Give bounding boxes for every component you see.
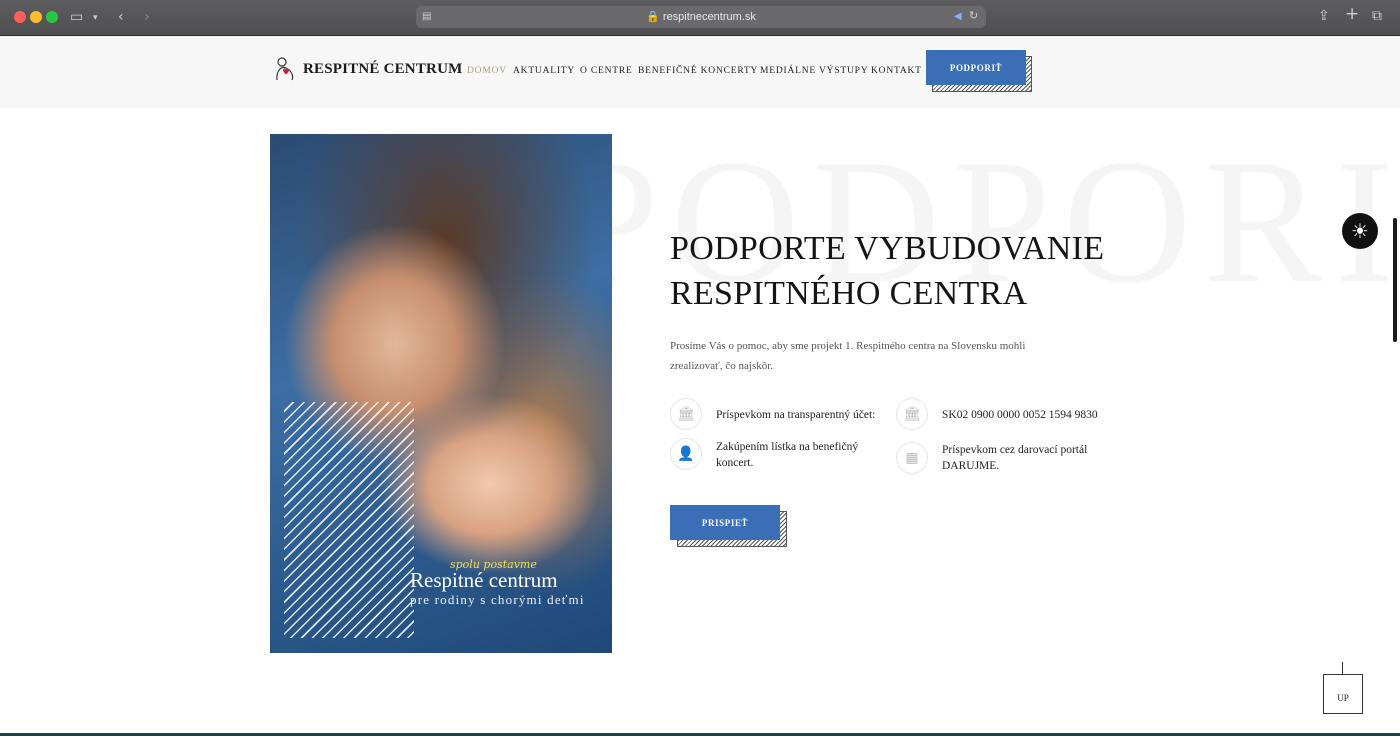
chevron-down-icon[interactable]: ▾ (93, 11, 98, 25)
logo-text[interactable]: RESPITNÉ CENTRUM (303, 61, 462, 78)
new-tab-icon[interactable]: + (1345, 6, 1359, 23)
url-text: 🔒 respitnecentrum.sk (646, 11, 756, 23)
nav-medialne-vystupy[interactable]: MEDIÁLNE VÝSTUPY (760, 66, 868, 76)
nav-kontakt[interactable]: KONTAKT (871, 66, 922, 76)
share-icon[interactable]: ⇪ (1318, 9, 1330, 23)
nav-aktuality[interactable]: AKTUALITY (513, 66, 575, 76)
image-subtitle: pre rodiny s chorými deťmi (410, 592, 585, 607)
browser-toolbar: ▭ ▾ ‹ › ▤ 🔒 respitnecentrum.sk ◀ ↻ ⇪ + ⧉ (0, 0, 1400, 36)
nav-domov[interactable]: DOMOV (467, 66, 507, 76)
user-ticket-icon: 👤 (670, 438, 702, 470)
hero-title-line1: PODPORTE VYBUDOVANIE (670, 230, 1105, 267)
image-title: Respitné centrum (410, 568, 558, 592)
close-window-button[interactable] (14, 11, 26, 23)
hero-image: spolu postavme Respitné centrum pre rodi… (270, 134, 612, 653)
bank-icon: 🏛 (896, 398, 928, 430)
info-concert-ticket: Zakúpením lístka na benefičný koncert. (716, 441, 859, 469)
back-icon[interactable]: ‹ (118, 10, 124, 24)
hero-title-line2: RESPITNÉHO CENTRA (670, 275, 1028, 312)
hatch-decoration (284, 402, 414, 638)
support-button[interactable]: PODPORIŤ (926, 50, 1026, 85)
nav-beneficne-koncerty[interactable]: BENEFIČNÉ KONCERTY (638, 66, 758, 76)
nav-o-centre[interactable]: O CENTRE (580, 66, 633, 76)
info-transparent-account: Príspevkom na transparentný účet: (716, 409, 876, 421)
tab-overview-icon[interactable]: ⧉ (1372, 9, 1382, 23)
site-header: RESPITNÉ CENTRUM DOMOV AKTUALITY O CENTR… (0, 36, 1400, 108)
zoom-window-button[interactable] (46, 11, 58, 23)
contribute-button[interactable]: PRISPIEŤ (670, 505, 780, 540)
minimize-window-button[interactable] (30, 11, 42, 23)
scroll-up-button[interactable]: UP (1323, 674, 1363, 714)
logo-icon[interactable] (274, 56, 296, 82)
forward-icon[interactable]: › (144, 10, 150, 24)
info-iban: SK02 0900 0000 0052 1594 9830 (942, 409, 1098, 421)
reload-icon[interactable]: ↻ (969, 9, 978, 23)
sidebar-toggle-icon[interactable]: ▭ (70, 10, 83, 24)
sun-icon[interactable]: ☀ (1342, 213, 1378, 249)
bank-icon: 🏛 (670, 398, 702, 430)
audio-icon[interactable]: ◀ (954, 10, 962, 24)
gift-portal-icon: ▦ (896, 442, 928, 474)
scrollbar-thumb[interactable] (1393, 218, 1397, 342)
address-bar[interactable]: ▤ 🔒 respitnecentrum.sk ◀ ↻ (416, 6, 986, 28)
url-value: respitnecentrum.sk (662, 11, 756, 23)
hero-intro: Prosíme Vás o pomoc, aby sme projekt 1. … (670, 340, 1026, 372)
info-darujme: Príspevkom cez darovací portál DARUJME. (942, 444, 1088, 472)
